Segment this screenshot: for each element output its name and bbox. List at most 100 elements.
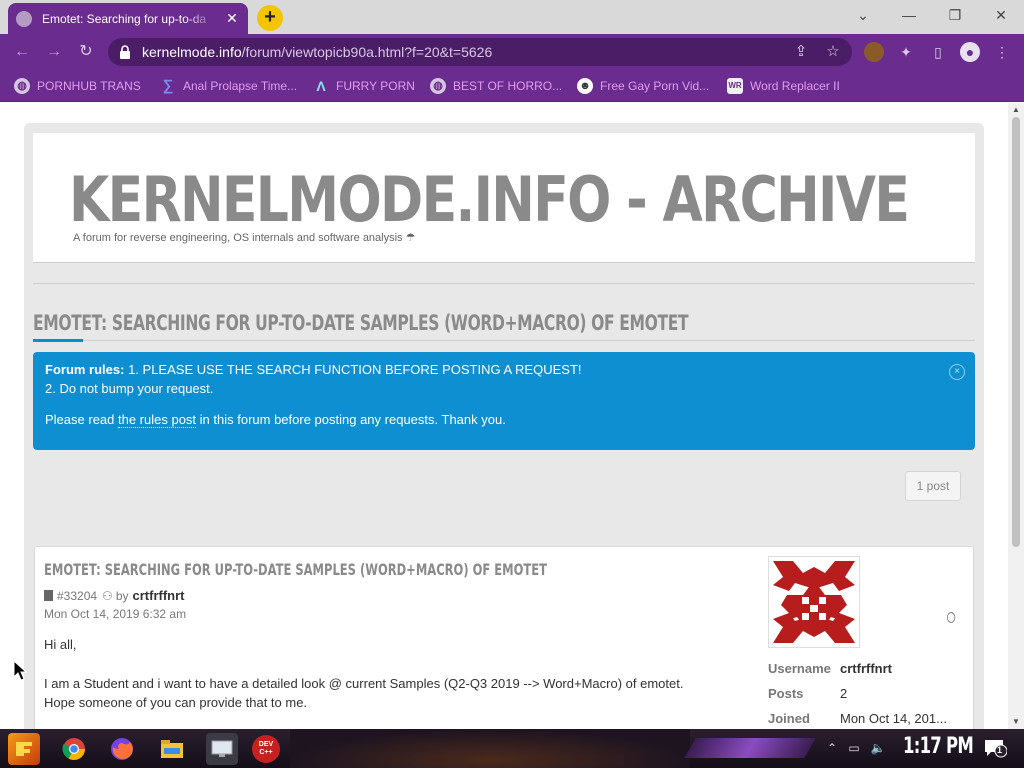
post-id-link[interactable]: #33204 <box>57 589 97 603</box>
tab-title: Emotet: Searching for up-to-da <box>42 11 207 26</box>
bookmark-item[interactable]: ◍ BEST OF HORRO... <box>430 78 562 94</box>
firefox-icon[interactable] <box>106 733 138 765</box>
tab-close-icon[interactable]: ✕ <box>224 10 240 27</box>
bookmark-label: Anal Prolapse Time... <box>183 79 298 93</box>
lock-icon <box>120 45 130 59</box>
profile-posts-row: Posts 2 <box>768 681 958 706</box>
close-icon[interactable]: × <box>949 364 965 380</box>
site-description: A forum for reverse engineering, OS inte… <box>73 232 416 244</box>
browser-toolbar: ← → ↻ kernelmode.info/forum/viewtopicb90… <box>0 34 1024 70</box>
notification-icon[interactable] <box>983 738 1007 758</box>
restore-button[interactable]: ❐ <box>932 0 978 30</box>
chrome-icon[interactable] <box>58 733 90 765</box>
new-tab-button[interactable]: + <box>257 5 283 31</box>
web-page: KERNELMODE.INFO - ARCHIVE A forum for re… <box>0 103 1008 729</box>
rules-text-3b: in this forum before posting any request… <box>196 412 506 427</box>
extensions-puzzle-icon[interactable]: ✦ <box>896 42 916 62</box>
bookmark-item[interactable]: ∑ Anal Prolapse Time... <box>160 78 297 94</box>
back-icon[interactable]: ← <box>10 40 34 64</box>
post-paragraph: Hope someone of you can provide that to … <box>44 695 308 710</box>
start-icon[interactable] <box>8 733 40 765</box>
bookmark-star-icon[interactable]: ☆ <box>824 43 842 61</box>
bookmark-label: BEST OF HORRO... <box>453 79 563 93</box>
scroll-thumb[interactable] <box>1012 117 1020 547</box>
bookmark-item[interactable]: WR Word Replacer II <box>727 78 840 94</box>
header-divider <box>33 283 975 284</box>
bookmarks-bar: ◍ PORNHUB TRANS ∑ Anal Prolapse Time... ΛF… <box>0 70 1024 102</box>
post-author-link[interactable]: crtfrffnrt <box>133 588 185 603</box>
bookmark-item[interactable]: Λ FURRY PORN <box>313 78 415 94</box>
tab-strip: Emotet: Searching for up-to-da ✕ + ⌄ — ❐… <box>0 0 1024 34</box>
mouse-cursor-icon <box>13 660 27 681</box>
bookmark-label: Free Gay Porn Vid... <box>600 79 710 93</box>
profile-key: Joined <box>768 711 810 726</box>
notification-count: 1 <box>997 745 1003 755</box>
globe-icon: ◍ <box>14 78 30 94</box>
menu-kebab-icon[interactable]: ⋮ <box>992 42 1012 62</box>
post-title[interactable]: EMOTET: SEARCHING FOR UP-TO-DATE SAMPLES… <box>44 560 547 579</box>
post-meta: #33204 ⚇ by crtfrffnrt <box>44 588 185 603</box>
url-text: kernelmode.info/forum/viewtopicb90a.html… <box>142 44 492 60</box>
tray-overflow-icon[interactable]: ⌃ <box>824 740 840 756</box>
taskbar-wallpaper <box>290 729 690 768</box>
rules-text-1: 1. PLEASE USE THE SEARCH FUNCTION BEFORE… <box>124 362 582 377</box>
bookmark-label: Word Replacer II <box>750 79 840 93</box>
topic-title[interactable]: EMOTET: SEARCHING FOR UP-TO-DATE SAMPLES… <box>33 311 689 335</box>
remote-desktop-icon[interactable] <box>206 733 238 765</box>
side-panel-icon[interactable]: ▯ <box>928 42 948 62</box>
rules-text-3a: Please read <box>45 412 118 427</box>
file-explorer-icon[interactable] <box>156 733 188 765</box>
site-header: KERNELMODE.INFO - ARCHIVE A forum for re… <box>33 133 975 263</box>
forum-rules-box: Forum rules: 1. PLEASE USE THE SEARCH FU… <box>33 352 975 450</box>
profile-username-row: Username crtfrffnrt <box>768 656 958 681</box>
bookmark-icon <box>44 590 53 601</box>
profile-posts-value[interactable]: 2 <box>840 686 847 701</box>
profile-key: Username <box>768 661 831 676</box>
extension-avatar-icon[interactable] <box>864 42 884 62</box>
url-host: kernelmode.info <box>142 44 242 60</box>
by-label: by <box>115 588 129 603</box>
minimize-button[interactable]: — <box>886 0 932 30</box>
post-date-text: Mon Oct 14, 2019 6:32 am <box>44 607 187 621</box>
tab-search-icon[interactable]: ⌄ <box>840 0 886 30</box>
volume-icon[interactable]: 🔈 <box>870 740 886 756</box>
reload-icon[interactable]: ↻ <box>74 40 98 64</box>
share-icon[interactable]: ⇪ <box>792 43 810 61</box>
page-scrollbar[interactable]: ▲ ▼ <box>1008 103 1024 729</box>
avatar[interactable] <box>768 556 860 648</box>
mascot-icon: ☻ <box>577 78 593 94</box>
title-rule <box>33 340 975 341</box>
bookmark-label: FURRY PORN <box>336 79 415 93</box>
post-date: Mon Oct 14, 2019 6:32 am <box>44 607 956 623</box>
user-icon: ⚇ <box>102 588 113 603</box>
taskbar-clock[interactable]: 1:17 PM <box>903 734 974 759</box>
post-profile: Username crtfrffnrt Posts 2 Joined Mon Oct … <box>768 556 958 729</box>
site-title[interactable]: KERNELMODE.INFO - ARCHIVE <box>69 163 910 236</box>
globe-icon: ◍ <box>430 78 446 94</box>
post-paragraph: I am a Student and i want to have a deta… <box>44 676 684 691</box>
address-bar[interactable]: kernelmode.info/forum/viewtopicb90a.html… <box>108 38 852 66</box>
taskbar: DEV C++ ⌃ ▭ 🔈 1:17 PM 1 <box>0 729 1024 768</box>
profile-joined-value: Mon Oct 14, 201... <box>840 711 947 726</box>
rules-post-link[interactable]: the rules post <box>118 412 197 428</box>
taskbar-stripe <box>684 738 816 758</box>
lambda-icon: Λ <box>316 78 326 94</box>
close-window-button[interactable]: ✕ <box>978 0 1024 30</box>
scroll-up-icon[interactable]: ▲ <box>1008 103 1024 117</box>
bookmark-label: PORNHUB TRANS <box>37 79 141 93</box>
forward-icon[interactable]: → <box>42 40 66 64</box>
bookmark-item[interactable]: ☻ Free Gay Porn Vid... <box>577 78 709 94</box>
url-path: /forum/viewtopicb90a.html?f=20&t=5626 <box>241 44 493 60</box>
rules-line-1: Forum rules: 1. PLEASE USE THE SEARCH FU… <box>45 363 963 376</box>
identicon-image <box>773 561 855 643</box>
network-icon[interactable]: ▭ <box>846 740 862 756</box>
post-count: 1 post <box>905 471 961 501</box>
dev-cpp-icon[interactable]: DEV C++ <box>252 735 280 763</box>
scroll-down-icon[interactable]: ▼ <box>1008 715 1024 729</box>
title-accent <box>33 339 83 342</box>
bookmark-item[interactable]: ◍ PORNHUB TRANS <box>14 78 141 94</box>
profile-icon[interactable]: ● <box>960 42 980 62</box>
profile-username-link[interactable]: crtfrffnrt <box>840 661 892 676</box>
rules-label: Forum rules: <box>45 362 125 377</box>
tab-active[interactable]: Emotet: Searching for up-to-da ✕ <box>8 3 248 34</box>
